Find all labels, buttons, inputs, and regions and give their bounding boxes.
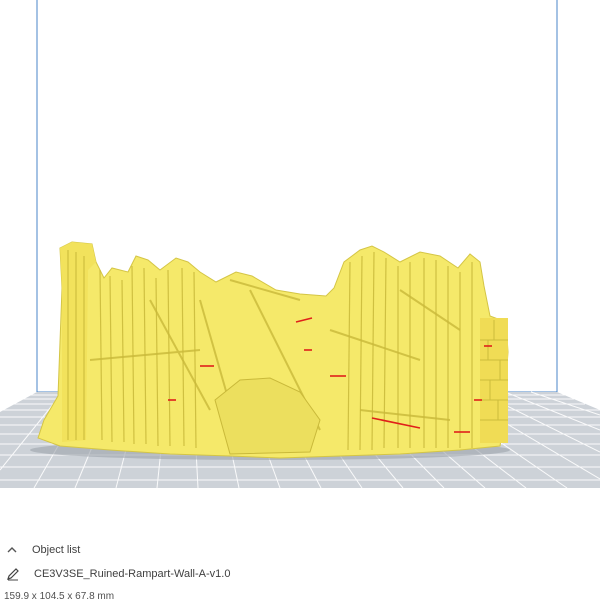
object-file-name: CE3V3SE_Ruined-Rampart-Wall-A-v1.0 <box>34 568 231 580</box>
chevron-up-icon <box>6 544 18 556</box>
object-list-label: Object list <box>32 544 81 556</box>
object-dimensions-row: 159.9 x 104.5 x 67.8 mm <box>4 589 114 603</box>
model-ruined-rampart-wall[interactable] <box>37 241 509 459</box>
object-dimensions: 159.9 x 104.5 x 67.8 mm <box>4 590 115 602</box>
object-name-row: CE3V3SE_Ruined-Rampart-Wall-A-v1.0 <box>6 566 230 582</box>
3d-viewport[interactable] <box>0 0 600 530</box>
object-list-toggle[interactable]: Object list <box>6 542 80 558</box>
object-panel: Object list CE3V3SE_Ruined-Rampart-Wall-… <box>0 530 600 607</box>
scene[interactable] <box>0 0 600 530</box>
pencil-icon[interactable] <box>6 567 20 581</box>
